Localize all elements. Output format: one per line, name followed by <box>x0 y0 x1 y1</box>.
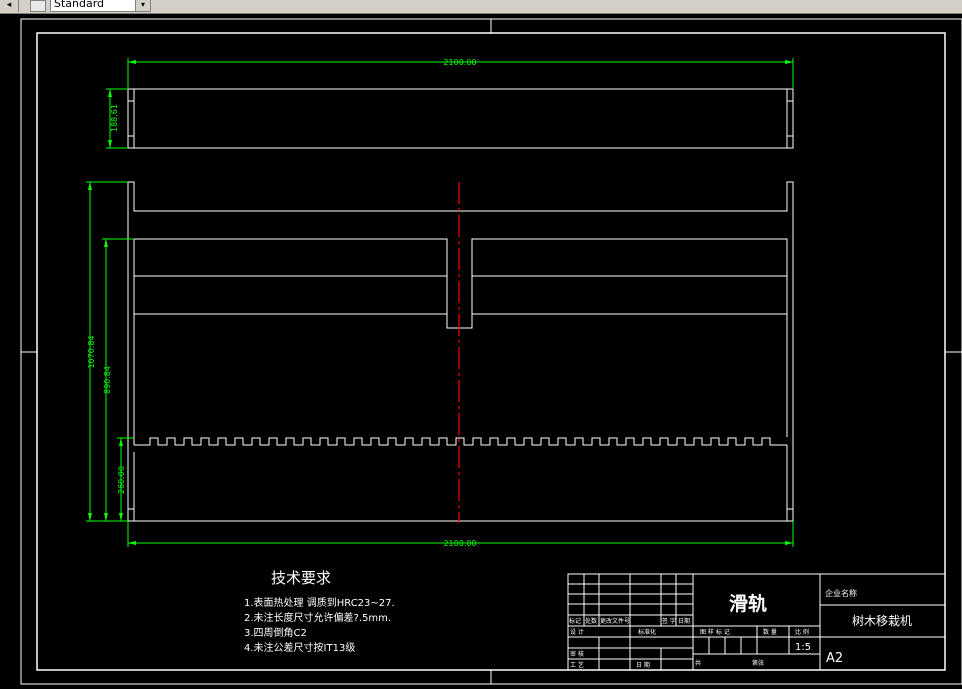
text-style-select[interactable]: Standard ▾ <box>50 0 151 12</box>
header-weight: 数 量 <box>763 628 777 636</box>
dim-bottom-width: 2100.00 <box>443 539 476 548</box>
dim-mid-height: 890.84 <box>103 366 112 394</box>
header-standardize: 标准化 <box>638 628 656 636</box>
dim-total-height: 1070.84 <box>87 335 96 368</box>
company-label: 企业名称 <box>825 588 857 598</box>
text-style-icon[interactable] <box>30 0 46 12</box>
header-count: 处数 <box>585 617 597 625</box>
scroll-left-button[interactable]: ◂ <box>0 0 19 12</box>
tech-req-item-4: 4.未注公差尺寸按IT13级 <box>244 641 355 654</box>
header-sheet: 第张 <box>752 659 764 667</box>
tech-req-title: 技术要求 <box>271 569 331 587</box>
drawing-canvas[interactable]: 2100.00 2100.00 188.61 1070.84 890.84 26… <box>0 14 962 689</box>
dimension-lines <box>86 58 794 547</box>
front-view <box>127 181 794 522</box>
tech-req-item-3: 3.四周倒角C2 <box>244 627 307 639</box>
header-audit: 审 核 <box>570 650 584 658</box>
top-view <box>127 88 794 149</box>
tech-req-item-2: 2.未注长度尺寸允许偏差?.5mm. <box>244 611 391 624</box>
drawing-name: 树木移栽机 <box>852 613 912 628</box>
header-ratio: 比 例 <box>795 628 809 636</box>
sheet-size: A2 <box>826 651 843 666</box>
chevron-down-icon[interactable]: ▾ <box>135 0 150 11</box>
center-marks <box>21 19 962 684</box>
header-stage: 图 样 标 记 <box>700 628 730 636</box>
dim-top-width: 2100.00 <box>443 58 476 67</box>
tech-req-item-1: 1.表面热处理 调质到HRC23~27. <box>244 596 395 609</box>
sheet-outer-border <box>20 18 962 685</box>
dim-low-height: 260.00 <box>117 466 126 494</box>
header-zone: 更改文件号 <box>600 617 630 625</box>
header-date2: 日 期 <box>636 661 650 669</box>
header-date: 日期 <box>678 617 690 625</box>
header-sign: 签 字 <box>662 617 676 625</box>
text-style-value: Standard <box>54 0 105 10</box>
dim-top-height: 188.61 <box>110 104 119 132</box>
toolbar: ◂ Standard ▾ <box>0 0 962 14</box>
rack-teeth <box>134 437 787 446</box>
scale-value: 1:5 <box>795 642 811 653</box>
header-total: 共 <box>695 659 701 667</box>
dimension-arrows <box>88 60 793 545</box>
header-design: 设 计 <box>570 628 584 636</box>
part-name: 滑轨 <box>729 592 767 615</box>
header-process: 工 艺 <box>570 661 584 669</box>
header-mark: 标记 <box>569 617 581 625</box>
